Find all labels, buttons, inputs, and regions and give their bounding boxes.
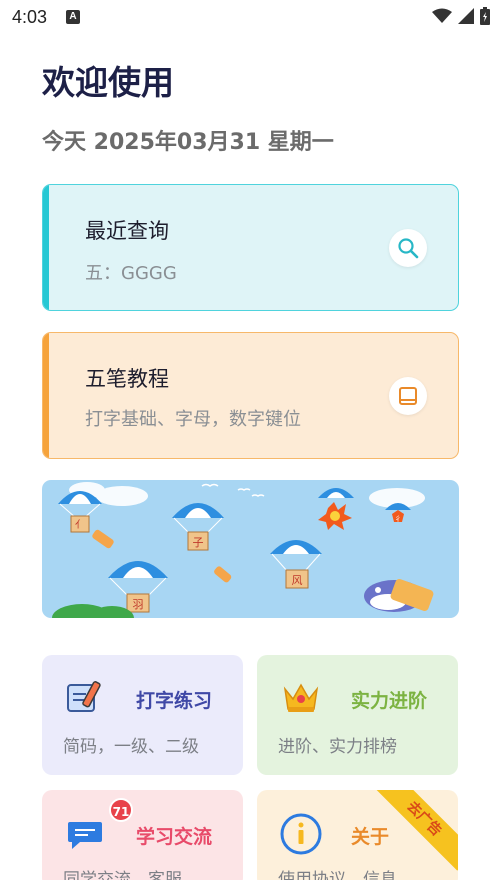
signal-icon (458, 8, 474, 24)
community-title: 学习交流 (136, 826, 213, 848)
skill-level-subtitle: 进阶、实力排榜 (278, 737, 397, 757)
recent-query-card[interactable]: 最近查询 五：GGGG (42, 184, 459, 311)
recent-query-subtitle: 五：GGGG (85, 263, 177, 284)
typing-practice-subtitle: 简码，一级、二级 (63, 737, 199, 757)
crown-icon (283, 683, 319, 712)
promo-banner[interactable]: 亻 子 羽 风 彳 (42, 480, 459, 618)
status-time: 4:03 (12, 7, 48, 27)
info-icon (280, 813, 322, 855)
about-title: 关于 (351, 826, 390, 848)
banner-glyph: 子 (193, 536, 204, 549)
typing-practice-tile[interactable]: 打字练习 简码，一级、二级 (42, 655, 243, 775)
banner-glyph: 彳 (395, 515, 402, 523)
wifi-icon (432, 8, 452, 23)
pencil-note-icon (67, 681, 101, 712)
chat-bubble-icon (68, 822, 102, 849)
recent-query-title: 最近查询 (85, 219, 169, 243)
book-icon (399, 387, 417, 405)
community-tile[interactable]: 71 学习交流 同学交流、客服 (42, 790, 243, 888)
tutorial-title: 五笔教程 (85, 367, 169, 391)
about-tile[interactable]: 关于 使用协议、信息 去广告 (257, 790, 458, 888)
skill-level-tile[interactable]: 实力进阶 进阶、实力排榜 (257, 655, 458, 775)
search-button[interactable] (389, 229, 427, 267)
card-accent (43, 333, 49, 458)
typing-practice-title: 打字练习 (136, 690, 213, 712)
banner-glyph: 风 (292, 574, 303, 587)
date-label: 今天 2025年03月31 星期一 (42, 130, 334, 155)
status-icons (432, 7, 490, 25)
search-icon (398, 238, 419, 259)
page-title: 欢迎使用 (42, 63, 174, 102)
card-accent (43, 185, 49, 310)
notification-icon: A (66, 10, 80, 24)
skill-level-title: 实力进阶 (351, 690, 428, 712)
tutorial-card[interactable]: 五笔教程 打字基础、字母，数字键位 (42, 332, 459, 459)
status-bar: 4:03 A (0, 0, 500, 34)
tutorial-subtitle: 打字基础、字母，数字键位 (85, 409, 301, 430)
parachute-illustration: 亻 子 羽 风 彳 (52, 482, 434, 618)
unread-badge: 71 (109, 798, 133, 822)
battery-icon (480, 7, 490, 25)
nav-bar-area (0, 880, 500, 888)
banner-glyph: 羽 (133, 598, 144, 611)
banner-glyph: 亻 (75, 519, 85, 531)
tutorial-button[interactable] (389, 377, 427, 415)
